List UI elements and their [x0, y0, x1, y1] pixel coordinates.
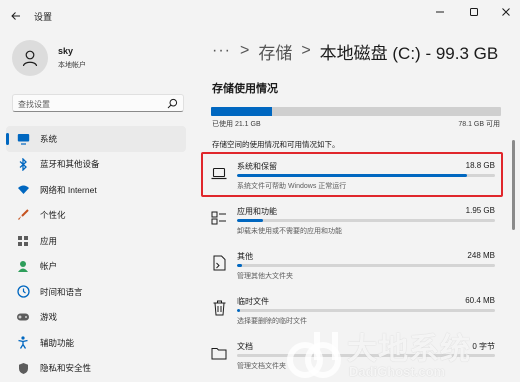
close-button[interactable]	[494, 4, 518, 20]
apps-list-icon	[211, 210, 227, 226]
category-name: 系统和保留	[237, 162, 277, 171]
category-other[interactable]: 其他 248 MB 管理其他大文件夹	[201, 242, 503, 287]
search-placeholder: 查找设置	[18, 100, 50, 109]
watermark: 大地系统 DadiGhost.com	[285, 322, 520, 382]
section-title: 存储使用情况	[212, 83, 278, 95]
sidebar-item-bluetooth[interactable]: 蓝牙和其他设备	[6, 152, 186, 178]
wifi-icon	[16, 183, 30, 197]
category-name: 其他	[237, 252, 253, 261]
minimize-button[interactable]	[428, 4, 452, 20]
sidebar-item-label: 个性化	[40, 210, 66, 221]
bluetooth-icon	[16, 157, 30, 171]
breadcrumb-overflow-button[interactable]: ···	[212, 42, 231, 60]
maximize-button[interactable]	[462, 4, 486, 20]
settings-window: 设置 sky 本地帐户 查找设置 系统 蓝牙和其他设备 网络和 Internet…	[0, 0, 520, 382]
search-icon	[167, 98, 178, 109]
category-size: 60.4 MB	[465, 296, 495, 305]
user-name: sky	[58, 46, 74, 56]
sidebar-nav: 系统 蓝牙和其他设备 网络和 Internet 个性化 应用 帐户 时间和语言	[6, 126, 186, 381]
free-space-label: 78.1 GB 可用	[458, 121, 500, 128]
category-bar	[237, 174, 495, 177]
sidebar-item-label: 帐户	[40, 261, 58, 272]
watermark-logo-icon	[287, 332, 341, 378]
category-description: 卸载未使用或不需要的应用和功能	[237, 228, 342, 235]
sidebar-item-personalization[interactable]: 个性化	[6, 203, 186, 229]
sidebar-item-accounts[interactable]: 帐户	[6, 254, 186, 280]
gamepad-icon	[16, 310, 30, 324]
laptop-icon	[211, 165, 227, 181]
title-bar: 设置	[0, 0, 520, 32]
sidebar-item-accessibility[interactable]: 辅助功能	[6, 330, 186, 356]
category-bar	[237, 309, 495, 312]
shield-icon	[16, 361, 30, 375]
app-title: 设置	[34, 12, 53, 22]
trash-icon	[211, 300, 227, 316]
sidebar-item-label: 蓝牙和其他设备	[40, 159, 100, 170]
category-name: 临时文件	[237, 297, 269, 306]
category-system-reserved[interactable]: 系统和保留 18.8 GB 系统文件可帮助 Windows 正常运行	[201, 152, 503, 197]
sidebar-item-label: 系统	[40, 133, 58, 144]
category-name: 文档	[237, 342, 253, 351]
watermark-text: 大地系统	[347, 332, 471, 367]
category-name: 应用和功能	[237, 207, 277, 216]
category-bar	[237, 264, 495, 267]
sidebar-item-system[interactable]: 系统	[6, 126, 186, 152]
minimize-icon	[436, 11, 444, 13]
used-space-label: 已使用 21.1 GB	[212, 121, 261, 128]
close-icon	[502, 8, 510, 16]
sidebar-item-privacy[interactable]: 隐私和安全性	[6, 356, 186, 382]
category-description: 系统文件可帮助 Windows 正常运行	[237, 183, 347, 190]
page-title: 本地磁盘 (C:) - 99.3 GB	[319, 43, 499, 63]
category-bar-fill	[237, 219, 263, 222]
category-description: 管理其他大文件夹	[237, 273, 293, 280]
category-size: 18.8 GB	[465, 161, 495, 170]
category-apps-features[interactable]: 应用和功能 1.95 GB 卸载未使用或不需要的应用和功能	[201, 197, 503, 242]
sidebar-item-network[interactable]: 网络和 Internet	[6, 177, 186, 203]
sidebar-item-label: 游戏	[40, 312, 58, 323]
person-icon	[16, 259, 30, 273]
scrollbar[interactable]	[512, 140, 515, 230]
monitor-icon	[16, 132, 30, 146]
avatar	[12, 40, 48, 76]
storage-usage-bar	[211, 107, 501, 116]
storage-usage-fill	[211, 107, 272, 116]
breadcrumb-separator: >	[301, 42, 311, 59]
category-size: 1.95 GB	[465, 206, 495, 215]
brush-icon	[16, 208, 30, 222]
sidebar-item-gaming[interactable]: 游戏	[6, 305, 186, 331]
category-bar-fill	[237, 174, 467, 177]
category-bar-fill	[237, 309, 240, 312]
globe-clock-icon	[16, 285, 30, 299]
breadcrumb-storage-link[interactable]: 存储	[258, 39, 292, 64]
sidebar-item-apps[interactable]: 应用	[6, 228, 186, 254]
person-icon	[22, 50, 38, 67]
category-size: 248 MB	[467, 251, 495, 260]
sidebar-item-label: 应用	[40, 235, 58, 246]
breadcrumb-separator: >	[239, 42, 250, 59]
sidebar-item-label: 时间和语言	[40, 286, 83, 297]
account-type: 本地帐户	[58, 62, 86, 69]
sidebar-item-label: 网络和 Internet	[40, 184, 97, 195]
search-input[interactable]: 查找设置	[12, 94, 184, 112]
user-profile[interactable]: sky 本地帐户	[12, 40, 182, 80]
folder-icon	[211, 345, 227, 361]
category-description: 管理文档文件夹	[237, 363, 286, 370]
category-bar	[237, 219, 495, 222]
accessibility-icon	[16, 336, 30, 350]
sidebar-item-label: 辅助功能	[40, 337, 75, 348]
category-bar-fill	[237, 264, 243, 267]
usage-description: 存储空间的使用情况和可用情况如下。	[212, 140, 340, 149]
back-arrow-icon	[11, 12, 20, 20]
sidebar-item-time-language[interactable]: 时间和语言	[6, 279, 186, 305]
apps-icon	[16, 234, 30, 248]
document-icon	[211, 255, 227, 271]
back-button[interactable]	[8, 8, 24, 24]
sidebar-item-label: 隐私和安全性	[40, 363, 92, 374]
maximize-icon	[470, 8, 478, 16]
breadcrumb: ··· > 存储 > 本地磁盘 (C:) - 99.3 GB	[212, 38, 498, 64]
watermark-url: DadiGhost.com	[349, 364, 446, 379]
